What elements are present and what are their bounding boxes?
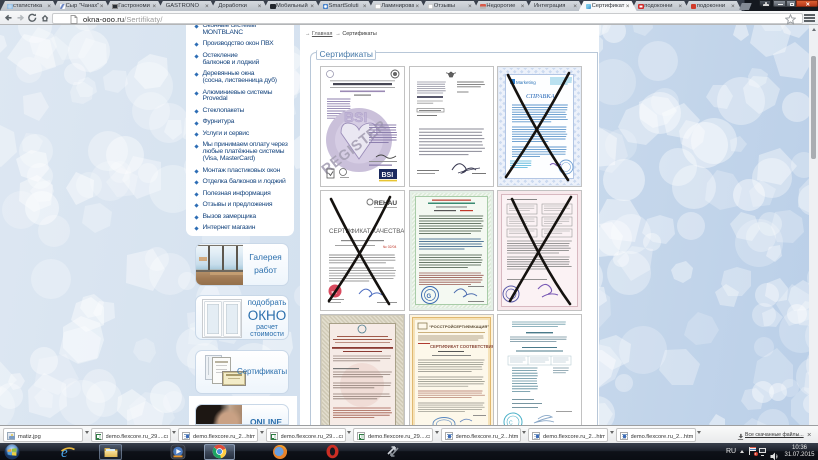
- svg-text:Marketing: Marketing: [516, 80, 536, 85]
- svg-text:e: e: [61, 445, 68, 460]
- svg-text:BSI: BSI: [382, 172, 394, 179]
- svg-text:“РОССТРОЙСЕРТИФИКАЦИЯ”: “РОССТРОЙСЕРТИФИКАЦИЯ”: [429, 324, 489, 329]
- svg-text:BSI: BSI: [344, 109, 367, 125]
- svg-text:СЕРТИФИКАТ КАЧЕСТВА: СЕРТИФИКАТ КАЧЕСТВА: [329, 228, 404, 235]
- svg-text:СЕРТИФИКАТ СООТВЕТСТВИЯ: СЕРТИФИКАТ СООТВЕТСТВИЯ: [430, 344, 493, 349]
- svg-text:СПРАВКА: СПРАВКА: [526, 93, 555, 100]
- svg-text:G: G: [426, 294, 431, 300]
- svg-text:№ 02/04: № 02/04: [383, 245, 397, 249]
